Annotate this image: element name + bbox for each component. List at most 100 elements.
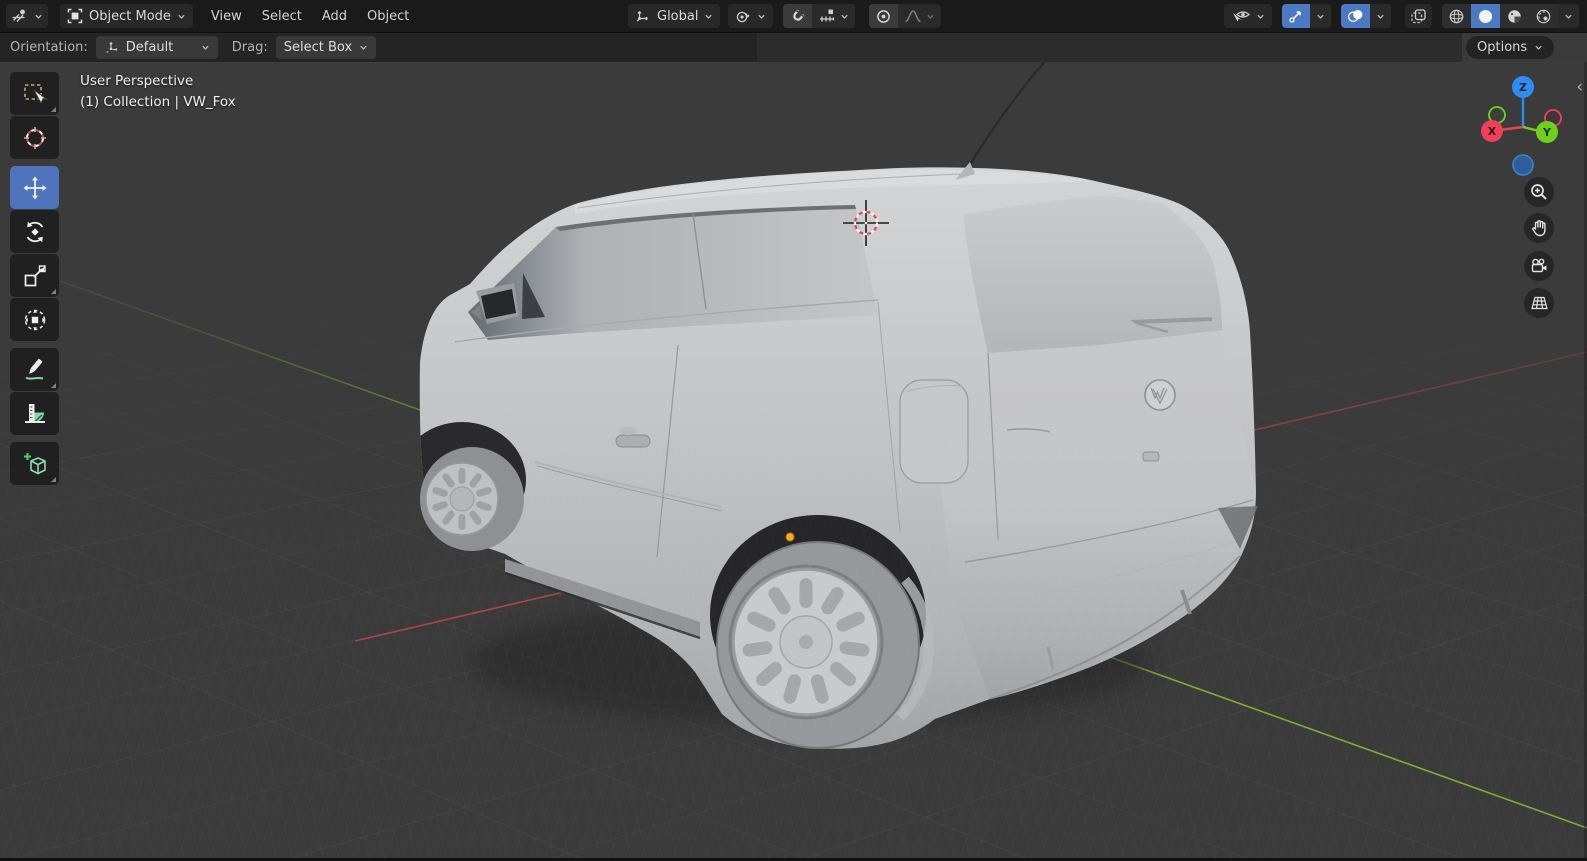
chevron-down-icon xyxy=(201,43,210,52)
show-overlays-icon xyxy=(1347,8,1364,24)
tool-add-cube[interactable] xyxy=(10,442,59,485)
gizmo-y-label: Y xyxy=(1542,126,1552,139)
proportional-editing-toggle[interactable] xyxy=(869,4,898,28)
viewport-overlay-text: User Perspective (1) Collection | VW_Fox xyxy=(80,71,236,113)
camera-view-button[interactable] xyxy=(1524,251,1554,281)
gizmo-axis-neg-z[interactable] xyxy=(1513,155,1533,175)
vw-logo xyxy=(1145,380,1175,410)
cursor-tool-icon xyxy=(22,125,48,151)
tool-select-box[interactable] xyxy=(10,72,59,115)
chevron-down-icon xyxy=(34,12,43,21)
ortho-grid-icon xyxy=(1530,294,1549,312)
sidebar-toggle-arrow[interactable]: ‹ xyxy=(1576,80,1583,94)
shading-rendered-icon xyxy=(1535,8,1552,25)
options-dropdown[interactable]: Options xyxy=(1466,36,1554,59)
chevron-down-icon xyxy=(926,12,935,21)
show-object-types-dropdown[interactable] xyxy=(1224,4,1272,28)
viewport-canvas[interactable] xyxy=(0,62,1587,861)
chevron-down-icon xyxy=(1564,12,1573,21)
menu-select[interactable]: Select xyxy=(252,0,312,32)
drag-label: Drag: xyxy=(232,40,268,55)
rotate-tool-icon xyxy=(22,219,48,245)
move-tool-icon xyxy=(22,175,48,201)
tool-transform[interactable] xyxy=(10,298,59,341)
snap-target-dropdown[interactable] xyxy=(812,4,855,28)
zoom-icon xyxy=(1530,183,1548,201)
pan-button[interactable] xyxy=(1524,213,1554,243)
chevron-down-icon xyxy=(359,43,368,52)
tool-move[interactable] xyxy=(10,166,59,209)
proportional-editing-icon xyxy=(875,8,892,25)
car-front-wheel xyxy=(420,447,524,551)
shading-rendered-button[interactable] xyxy=(1529,4,1558,28)
transform-tool-icon xyxy=(22,307,48,333)
orientation-dropdown[interactable]: Default xyxy=(96,36,218,59)
snap-increment-icon xyxy=(818,8,836,24)
chevron-down-icon xyxy=(704,12,713,21)
viewport-3d[interactable]: User Perspective (1) Collection | VW_Fox xyxy=(0,62,1587,861)
chevron-down-icon xyxy=(1316,12,1325,21)
camera-icon xyxy=(1530,257,1549,275)
pivot-point-dropdown[interactable] xyxy=(728,4,773,28)
show-overlays-toggle[interactable] xyxy=(1341,4,1370,28)
mode-dropdown-label: Object Mode xyxy=(89,9,171,24)
toggle-xray-button[interactable] xyxy=(1405,4,1432,28)
tool-cursor[interactable] xyxy=(10,116,59,159)
drag-value: Select Box xyxy=(284,40,352,55)
toolbar xyxy=(10,72,59,486)
chevron-down-icon xyxy=(840,12,849,21)
overlays-dropdown[interactable] xyxy=(1370,4,1391,28)
pivot-point-icon xyxy=(735,8,751,24)
menu-view[interactable]: View xyxy=(201,0,252,32)
shading-material-preview-icon xyxy=(1506,8,1523,25)
chevron-down-icon xyxy=(177,12,186,21)
hand-icon xyxy=(1530,219,1548,237)
mode-dropdown[interactable]: Object Mode xyxy=(60,4,193,28)
shading-mode-group xyxy=(1442,4,1579,28)
drag-dropdown[interactable]: Select Box xyxy=(276,36,376,59)
tool-annotate[interactable] xyxy=(10,348,59,391)
active-object-label: (1) Collection | VW_Fox xyxy=(80,92,236,113)
zoom-button[interactable] xyxy=(1524,177,1554,207)
tool-scale[interactable] xyxy=(10,254,59,297)
view-name-label: User Perspective xyxy=(80,71,236,92)
proportional-falloff-dropdown[interactable] xyxy=(898,4,941,28)
select-box-icon xyxy=(22,81,48,107)
editor-type-3d-viewport-icon xyxy=(11,8,28,24)
gizmos-dropdown[interactable] xyxy=(1310,4,1331,28)
editor-type-selector[interactable] xyxy=(6,4,48,28)
toggle-ortho-button[interactable] xyxy=(1524,288,1554,318)
object-origin-dot[interactable] xyxy=(786,533,794,541)
gizmos-group xyxy=(1282,4,1331,28)
gizmo-z-label: Z xyxy=(1519,81,1527,94)
menu-object[interactable]: Object xyxy=(357,0,419,32)
orientation-global-icon xyxy=(635,8,651,24)
orientation-default-icon xyxy=(104,40,119,55)
toggle-xray-icon xyxy=(1410,8,1427,25)
shading-dropdown[interactable] xyxy=(1558,4,1579,28)
orientation-value: Default xyxy=(126,40,194,55)
chevron-down-icon xyxy=(1376,12,1385,21)
shading-solid-icon xyxy=(1477,8,1494,25)
menu-add[interactable]: Add xyxy=(312,0,357,32)
snap-toggle[interactable] xyxy=(783,4,812,28)
transform-orientation-dropdown[interactable]: Global xyxy=(628,4,720,28)
tool-rotate[interactable] xyxy=(10,210,59,253)
add-cube-icon xyxy=(22,451,48,477)
chevron-down-icon xyxy=(757,12,766,21)
navigation-gizmo[interactable]: Z X Y xyxy=(1458,72,1568,184)
orientation-label: Orientation: xyxy=(10,40,88,55)
shading-wireframe-button[interactable] xyxy=(1442,4,1471,28)
shading-material-button[interactable] xyxy=(1500,4,1529,28)
tool-settings-bar: Orientation: Default Drag: Select Box Op… xyxy=(0,33,1587,63)
magnet-icon xyxy=(789,8,806,25)
annotate-tool-icon xyxy=(22,357,48,383)
tool-measure[interactable] xyxy=(10,392,59,435)
shading-solid-button[interactable] xyxy=(1471,4,1500,28)
car-model-vw-fox[interactable] xyxy=(398,62,1258,749)
show-gizmos-toggle[interactable] xyxy=(1282,4,1310,28)
show-object-types-icon xyxy=(1231,8,1250,24)
car-antenna xyxy=(963,62,1046,177)
snap-group xyxy=(783,4,855,28)
scale-tool-icon xyxy=(22,263,48,289)
